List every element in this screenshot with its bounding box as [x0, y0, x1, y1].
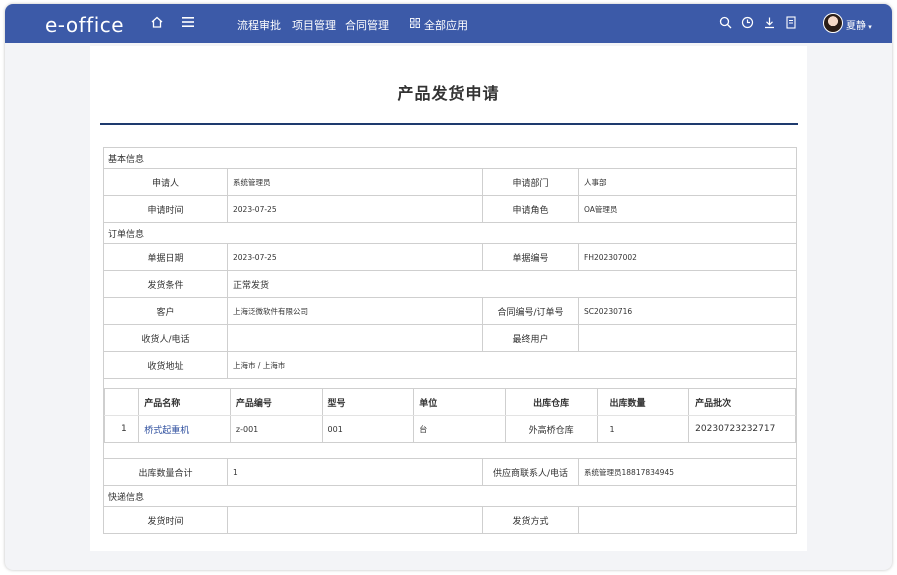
product-warehouse: 外高桥仓库 [504, 415, 598, 443]
receiver-phone-field[interactable] [227, 324, 483, 352]
nav-item-project-management[interactable]: 项目管理 [292, 17, 336, 33]
customer-field[interactable]: 上海泛微软件有限公司 [227, 297, 483, 325]
product-unit: 台 [413, 415, 506, 443]
download-icon[interactable] [763, 16, 776, 29]
document-icon[interactable] [785, 16, 797, 29]
supplier-contact-field[interactable]: 系统管理员18817834945 [577, 458, 798, 486]
product-detail-cell: 产品名称 产品编号 型号 单位 出库仓库 出库数量 产品批次 1 桥式起重机 z… [102, 378, 798, 459]
doc-date-label: 单据日期 [103, 243, 228, 271]
nav-item-contract-management[interactable]: 合同管理 [345, 17, 389, 33]
customer-label: 客户 [103, 297, 228, 325]
role-field[interactable]: OA管理员 [577, 195, 798, 223]
doc-date-field[interactable]: 2023-07-25 [227, 243, 483, 271]
section-order-info: 订单信息 [102, 222, 798, 244]
end-user-label: 最终用户 [482, 324, 579, 352]
user-avatar[interactable] [823, 13, 843, 33]
row-index: 1 [103, 415, 140, 443]
ship-condition-field[interactable]: 正常发货 [226, 270, 798, 298]
product-batch: 20230723232717 [688, 415, 797, 443]
apply-time-label: 申请时间 [103, 195, 228, 223]
table-row: 1 桥式起重机 z-001 001 台 外高桥仓库 1 202307232327… [103, 415, 797, 443]
menu-icon[interactable] [181, 16, 195, 28]
ship-time-label: 发货时间 [103, 506, 228, 534]
col-product-code: 产品编号 [229, 388, 323, 416]
product-code: z-001 [229, 415, 323, 443]
apply-time-field[interactable]: 2023-07-25 [227, 195, 483, 223]
contract-number-label: 合同编号/订单号 [482, 297, 579, 325]
app-logo[interactable]: e-office [45, 13, 124, 37]
end-user-field[interactable] [577, 324, 798, 352]
col-unit: 单位 [413, 388, 506, 416]
col-product-name: 产品名称 [138, 388, 231, 416]
ship-method-field[interactable] [577, 506, 798, 534]
ship-time-field[interactable] [227, 506, 483, 534]
total-quantity-label: 出库数量合计 [103, 458, 228, 486]
col-quantity: 出库数量 [596, 388, 690, 416]
receiver-phone-label: 收货人/电话 [103, 324, 228, 352]
col-warehouse: 出库仓库 [504, 388, 598, 416]
supplier-contact-label: 供应商联系人/电话 [482, 458, 579, 486]
home-icon[interactable] [150, 15, 164, 29]
doc-number-label: 单据编号 [482, 243, 579, 271]
user-name-label: 夏静 [846, 21, 866, 32]
col-model: 型号 [321, 388, 415, 416]
department-label: 申请部门 [482, 168, 579, 196]
caret-down-icon: ▾ [866, 23, 872, 31]
total-quantity-field[interactable]: 1 [227, 458, 483, 486]
col-batch: 产品批次 [688, 388, 797, 416]
nav-item-all-apps[interactable]: 全部应用 [424, 17, 468, 33]
clock-icon[interactable] [741, 16, 754, 29]
page-title: 产品发货申请 [397, 84, 500, 103]
product-name-link[interactable]: 桥式起重机 [138, 415, 231, 443]
shipment-form: 基本信息 申请人 系统管理员 申请部门 人事部 申请时间 2023-07-25 … [102, 147, 798, 534]
section-express-info: 快递信息 [102, 485, 798, 507]
nav-item-process-approval[interactable]: 流程审批 [237, 17, 281, 33]
apps-grid-icon[interactable] [410, 18, 420, 28]
top-navigation-bar: e-office 流程审批 项目管理 合同管理 全部应用 夏静 ▾ [5, 4, 892, 43]
user-name[interactable]: 夏静 ▾ [846, 17, 872, 32]
address-label: 收货地址 [103, 351, 228, 379]
applicant-field[interactable]: 系统管理员 [227, 168, 483, 196]
app-window: e-office 流程审批 项目管理 合同管理 全部应用 夏静 ▾ 产品发货申请… [5, 4, 892, 570]
product-table-header: 产品名称 产品编号 型号 单位 出库仓库 出库数量 产品批次 [103, 388, 797, 416]
form-paper: 产品发货申请 基本信息 申请人 系统管理员 申请部门 人事部 申请时间 2023… [90, 46, 807, 551]
ship-condition-label: 发货条件 [103, 270, 228, 298]
role-label: 申请角色 [482, 195, 579, 223]
title-divider [100, 123, 798, 125]
section-basic-info: 基本信息 [102, 147, 798, 169]
product-table: 产品名称 产品编号 型号 单位 出库仓库 出库数量 产品批次 1 桥式起重机 z… [103, 388, 797, 443]
contract-number-field[interactable]: SC20230716 [577, 297, 798, 325]
search-icon[interactable] [719, 16, 732, 29]
ship-method-label: 发货方式 [482, 506, 579, 534]
product-quantity: 1 [596, 415, 690, 443]
department-field[interactable]: 人事部 [577, 168, 798, 196]
product-model: 001 [321, 415, 415, 443]
address-field[interactable]: 上海市 / 上海市 [226, 351, 798, 379]
doc-number-field[interactable]: FH202307002 [577, 243, 798, 271]
applicant-label: 申请人 [103, 168, 228, 196]
